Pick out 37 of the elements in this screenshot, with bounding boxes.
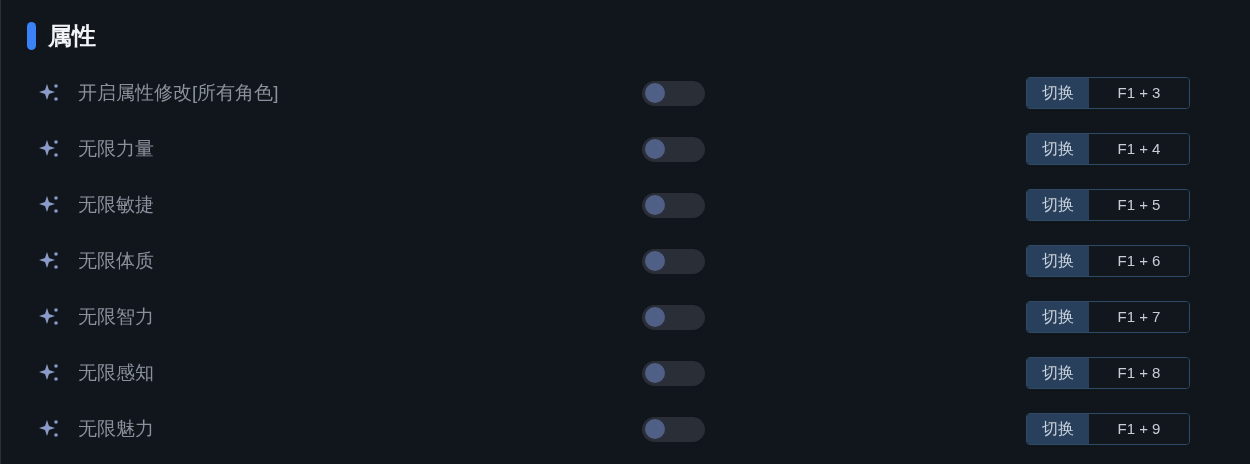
toggle-action-button[interactable]: 切换 (1027, 358, 1089, 388)
hotkey-field[interactable]: 切换 F1 + 3 (1026, 77, 1190, 109)
sparkle-icon (39, 306, 61, 328)
hotkey-field[interactable]: 切换 F1 + 8 (1026, 357, 1190, 389)
toggle-action-button[interactable]: 切换 (1027, 190, 1089, 220)
option-label: 无限智力 (78, 305, 154, 327)
toggle-switch[interactable] (642, 304, 705, 330)
toggle-action-button[interactable]: 切换 (1027, 302, 1089, 332)
option-label: 开启属性修改[所有角色] (78, 81, 279, 103)
hotkey-field[interactable]: 切换 F1 + 5 (1026, 189, 1190, 221)
toggle-switch[interactable] (642, 80, 705, 106)
hotkey-field[interactable]: 切换 F1 + 4 (1026, 133, 1190, 165)
toggle-switch[interactable] (642, 192, 705, 218)
toggle-switch[interactable] (642, 360, 705, 386)
toggle-switch[interactable] (642, 416, 705, 442)
option-label: 无限敏捷 (78, 193, 154, 215)
sparkle-icon (39, 194, 61, 216)
sparkle-icon (39, 418, 61, 440)
sparkle-icon (39, 250, 61, 272)
toggle-action-button[interactable]: 切换 (1027, 246, 1089, 276)
hotkey-field[interactable]: 切换 F1 + 6 (1026, 245, 1190, 277)
toggle-action-button[interactable]: 切换 (1027, 78, 1089, 108)
section-marker (27, 22, 36, 50)
option-label: 无限力量 (78, 137, 154, 159)
toggle-switch[interactable] (642, 248, 705, 274)
option-label: 无限体质 (78, 249, 154, 271)
option-label: 无限感知 (78, 361, 154, 383)
section-title: 属性 (48, 21, 96, 51)
toggle-action-button[interactable]: 切换 (1027, 134, 1089, 164)
toggle-action-button[interactable]: 切换 (1027, 414, 1089, 444)
toggle-switch[interactable] (642, 136, 705, 162)
sparkle-icon (39, 82, 61, 104)
option-label: 无限魅力 (78, 417, 154, 439)
hotkey-field[interactable]: 切换 F1 + 9 (1026, 413, 1190, 445)
sparkle-icon (39, 362, 61, 384)
sparkle-icon (39, 138, 61, 160)
hotkey-field[interactable]: 切换 F1 + 7 (1026, 301, 1190, 333)
